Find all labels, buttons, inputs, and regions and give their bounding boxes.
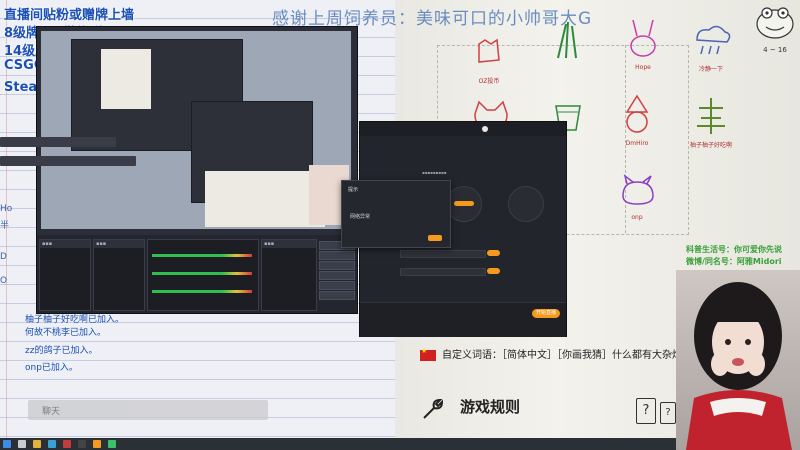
chat-line: zz的鸽子已加入。: [25, 346, 98, 356]
promo-line-1: 科普生活号：你可爱你先说: [686, 245, 782, 254]
obs-dock: ▪▪▪ ▪▪▪ ▪▪▪: [37, 235, 357, 313]
chat-notification: [0, 137, 116, 147]
audio-mixer[interactable]: [147, 239, 259, 311]
frog-mascot-icon: 4 ~ 16: [756, 7, 794, 54]
chat-side-letter: D: [0, 252, 7, 262]
nested-rules-card: [205, 171, 325, 227]
source-toggle[interactable]: [454, 201, 474, 206]
streamer-portrait: [686, 282, 792, 450]
wrench-icon: [423, 398, 444, 419]
control-button[interactable]: [319, 271, 355, 280]
help-card-icon-2: ?: [660, 402, 676, 424]
custom-words-row: 自定义词语：［简体中文］［你画我猜］什么都有大杂烩: [420, 346, 682, 361]
nested-panel: [101, 49, 151, 109]
chat-notification: [0, 156, 136, 166]
china-flag-icon: [420, 347, 436, 361]
scenes-panel[interactable]: ▪▪▪: [39, 239, 91, 311]
app-hint: ▪▪▪▪▪▪▪▪▪: [422, 170, 447, 175]
setting-button[interactable]: [487, 250, 500, 256]
control-button[interactable]: [319, 251, 355, 260]
windows-taskbar: [0, 438, 676, 450]
app-footer: 开始直播: [360, 302, 566, 337]
audio-level-meter: [152, 272, 252, 275]
browser-icon[interactable]: [48, 440, 56, 448]
emote-bunny: Hope: [612, 18, 674, 71]
screen-source-circle[interactable]: [508, 186, 544, 222]
control-button[interactable]: [319, 261, 355, 270]
streaming-app-icon[interactable]: [93, 440, 101, 448]
transitions-panel[interactable]: ▪▪▪: [261, 239, 317, 311]
emote-cat: onp: [606, 168, 668, 221]
sword-bundle-icon: [557, 21, 577, 59]
emote-bundle: [537, 18, 599, 66]
app-logo-icon: [482, 126, 488, 132]
mascot-range: 4 ~ 16: [763, 46, 787, 54]
chat-line: 何故不桃李已加入。: [25, 328, 107, 338]
dialog-confirm-button[interactable]: [428, 235, 442, 241]
emote-clown: DmHiro: [606, 94, 668, 147]
chat-side-letter: O: [0, 276, 8, 286]
go-live-button[interactable]: 开始直播: [532, 309, 560, 318]
audio-level-meter: [152, 290, 252, 293]
chat-line: onp已加入。: [25, 363, 78, 373]
control-button[interactable]: [319, 281, 355, 290]
emote-tree: 柚子柚子好吃啊: [680, 94, 742, 149]
control-button[interactable]: [319, 291, 355, 300]
prompt-dialog[interactable]: 提示 网络异常: [341, 180, 451, 248]
chat-side-letter: 半: [0, 221, 10, 231]
obs-icon[interactable]: [78, 440, 86, 448]
bunny-icon: [630, 19, 656, 57]
emote-label: DmHiro: [625, 140, 649, 147]
clown-icon: [625, 94, 649, 133]
emote-label: OZ投币: [478, 78, 500, 85]
setting-field[interactable]: [400, 268, 486, 276]
emote-label: 冷静一下: [698, 66, 723, 73]
emote-label: 柚子柚子好吃啊: [689, 142, 732, 149]
dialog-title: 提示: [348, 187, 359, 193]
cat-icon: [622, 174, 654, 205]
dialog-message: 网络异常: [350, 214, 371, 220]
emote-label: Hope: [635, 64, 651, 71]
tree-icon: [697, 98, 725, 134]
folder-icon[interactable]: [33, 440, 41, 448]
wechat-icon[interactable]: [108, 440, 116, 448]
fist-icon: [478, 38, 500, 63]
search-icon[interactable]: [18, 440, 26, 448]
streamer-webcam: [676, 270, 800, 450]
sources-panel[interactable]: ▪▪▪: [93, 239, 145, 311]
obs-window[interactable]: ▪▪▪ ▪▪▪ ▪▪▪: [36, 26, 358, 314]
chat-input-placeholder: 聊天: [42, 407, 61, 417]
audio-level-meter: [152, 254, 252, 257]
app-icon[interactable]: [63, 440, 71, 448]
chat-side-letter: Ho: [0, 204, 13, 214]
game-rules-title: 游戏规则: [460, 398, 521, 416]
custom-words-text: 自定义词语：［简体中文］［你画我猜］什么都有大杂烩: [442, 350, 682, 361]
emote-fist: OZ投币: [458, 30, 520, 85]
emote-label: onp: [631, 214, 643, 221]
overlay-line-1: 直播间贴粉或赠牌上墙: [4, 8, 135, 23]
start-menu-icon[interactable]: [3, 440, 11, 448]
promo-line-2: 微博/同名号：阿雅Midori: [686, 257, 782, 266]
rain-cloud-icon: [696, 25, 731, 55]
setting-field[interactable]: [400, 250, 486, 258]
emote-cloud: 冷静一下: [680, 18, 742, 73]
setting-button[interactable]: [487, 268, 500, 274]
obs-preview: [41, 31, 351, 229]
chat-input[interactable]: 聊天: [28, 400, 268, 420]
help-card-icon: ?: [636, 398, 656, 424]
app-titlebar: [360, 122, 566, 136]
